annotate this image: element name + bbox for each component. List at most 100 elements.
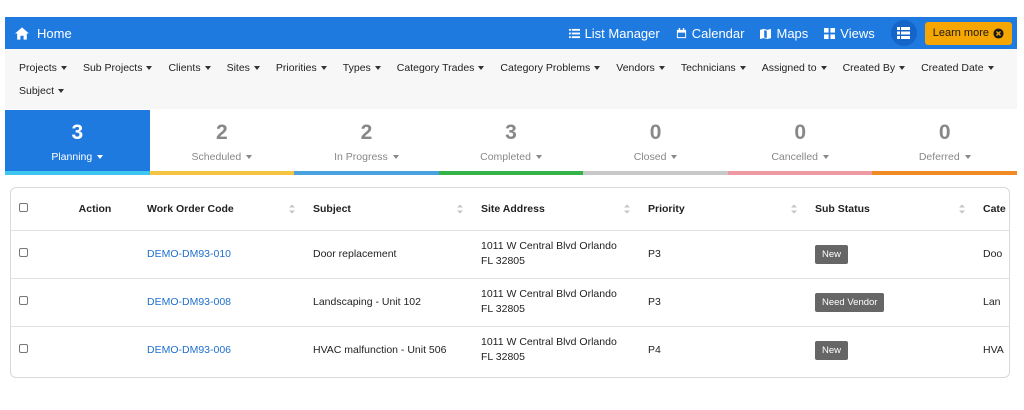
status-tab-in-progress[interactable]: 2 In Progress	[294, 110, 439, 175]
status-tab-cancelled[interactable]: 0 Cancelled	[727, 110, 873, 175]
work-order-code-link[interactable]: DEMO-DM93-006	[147, 344, 231, 356]
status-color-bar	[438, 171, 584, 175]
filter-dropdown[interactable]: Technicians	[681, 62, 746, 74]
filter-dropdown[interactable]: Category Trades	[397, 62, 485, 74]
table-row: DEMO-DM93-010 Door replacement 1011 W Cent…	[11, 230, 1009, 279]
sort-icon[interactable]	[624, 204, 630, 214]
status-tab-completed[interactable]: 3 Completed	[438, 110, 584, 175]
filter-bar: Projects Sub Projects Clients Sites Prioriti…	[5, 49, 1017, 109]
work-order-code-link[interactable]: DEMO-DM93-008	[147, 296, 231, 308]
header-sub-status[interactable]: Sub Status	[807, 188, 975, 231]
work-order-code-cell: DEMO-DM93-008	[139, 278, 305, 327]
priority-cell: P3	[640, 230, 807, 279]
views-icon	[824, 27, 836, 39]
filter-dropdown[interactable]: Created By	[843, 62, 906, 74]
filter-dropdown[interactable]: Sites	[227, 62, 260, 74]
address-line-2: FL 32805	[481, 255, 525, 267]
row-select-cell	[11, 326, 51, 374]
subject-cell: HVAC malfunction - Unit 506	[313, 344, 447, 357]
filter-dropdown[interactable]: Assigned to	[762, 62, 827, 74]
status-tab-planning[interactable]: 3 Planning	[5, 110, 150, 175]
status-tab-closed[interactable]: 0 Closed	[583, 110, 728, 175]
status-label: Deferred	[919, 151, 971, 163]
sub-status-cell: Need Vendor	[807, 278, 975, 327]
filter-dropdown[interactable]: Types	[343, 62, 381, 74]
status-tab-deferred[interactable]: 0 Deferred	[872, 110, 1018, 175]
filter-dropdown[interactable]: Clients	[168, 62, 210, 74]
work-order-table: Action Work Order Code Subject Site Addr…	[10, 187, 1010, 378]
header-work-order-code[interactable]: Work Order Code	[139, 188, 305, 231]
status-color-bar	[583, 171, 728, 175]
header-work-order-code-label: Work Order Code	[147, 202, 234, 215]
nav-views[interactable]: Views	[824, 26, 875, 41]
status-label: Cancelled	[771, 151, 829, 163]
status-count: 3	[71, 121, 84, 144]
subject-cell: Landscaping - Unit 102	[305, 278, 473, 327]
category-cell: Lan	[975, 278, 1009, 327]
home-link[interactable]: Home	[15, 26, 72, 41]
category-cell: Doo	[975, 230, 1009, 279]
learn-more-button[interactable]: Learn more	[924, 21, 1012, 45]
sort-icon[interactable]	[289, 204, 295, 214]
home-label: Home	[37, 25, 72, 41]
status-tab-scheduled[interactable]: 2 Scheduled	[149, 110, 295, 175]
nav-calendar[interactable]: Calendar	[676, 26, 744, 41]
filter-dropdown[interactable]: Category Problems	[500, 62, 600, 74]
row-checkbox[interactable]	[19, 248, 28, 257]
nav-maps-label: Maps	[776, 25, 809, 41]
header-site-address[interactable]: Site Address	[473, 188, 640, 231]
site-address-cell: 1011 W Central Blvd Orlando FL 32805	[473, 326, 640, 374]
status-count: 0	[938, 121, 951, 144]
nav-list-manager[interactable]: List Manager	[568, 25, 660, 41]
status-badge: New	[815, 244, 849, 264]
status-label: Planning	[51, 151, 103, 163]
close-circle-icon	[993, 27, 1004, 39]
header-priority-label: Priority	[648, 202, 685, 215]
select-all-checkbox[interactable]	[19, 202, 28, 212]
sort-icon[interactable]	[959, 204, 965, 214]
list-icon	[568, 28, 580, 38]
header-site-address-label: Site Address	[481, 202, 545, 215]
status-count: 0	[794, 121, 807, 144]
sort-icon[interactable]	[791, 204, 797, 214]
row-checkbox[interactable]	[19, 296, 28, 305]
work-order-code-link[interactable]: DEMO-DM93-010	[147, 248, 231, 260]
status-count: 2	[216, 121, 228, 144]
header-subject[interactable]: Subject	[305, 188, 473, 231]
status-tabs: 3 Planning 2 Scheduled 2 In Progress 3 Complete…	[5, 110, 1018, 175]
status-label: In Progress	[334, 151, 399, 163]
sort-icon[interactable]	[457, 204, 463, 214]
filter-dropdown[interactable]: Subject	[19, 85, 64, 97]
work-order-code-cell: DEMO-DM93-010	[139, 230, 305, 279]
header-category[interactable]: Cate	[975, 188, 1009, 231]
header-subject-label: Subject	[313, 202, 351, 215]
nav-list-manager-label: List Manager	[584, 25, 660, 41]
work-order-code-cell: DEMO-DM93-006	[139, 326, 305, 374]
status-color-bar	[727, 171, 873, 175]
address-line-2: FL 32805	[481, 303, 525, 315]
filter-dropdown[interactable]: Sub Projects	[83, 62, 153, 74]
status-count: 3	[505, 121, 517, 144]
status-label: Closed	[634, 151, 678, 163]
nav-maps[interactable]: Maps	[760, 26, 808, 41]
sub-status-cell: New	[807, 326, 975, 374]
list-view-button[interactable]	[890, 20, 917, 46]
status-count: 0	[649, 121, 662, 144]
calendar-icon	[676, 27, 686, 38]
status-badge: New	[815, 340, 849, 360]
header-priority[interactable]: Priority	[640, 188, 807, 231]
top-nav: Home List Manager Calendar Maps Views Le…	[5, 17, 1017, 49]
table-header-row: Action Work Order Code Subject Site Addr…	[11, 188, 1009, 231]
row-action-cell	[51, 326, 139, 374]
filter-dropdown[interactable]: Vendors	[616, 62, 665, 74]
learn-more-label: Learn more	[932, 27, 989, 39]
status-color-bar	[5, 171, 150, 175]
priority-cell: P4	[648, 344, 661, 357]
row-checkbox[interactable]	[19, 344, 28, 354]
status-color-bar	[872, 171, 1018, 175]
address-line-1: 1011 W Central Blvd Orlando	[481, 288, 617, 300]
list-view-icon	[897, 27, 911, 39]
filter-dropdown[interactable]: Created Date	[921, 62, 993, 74]
filter-dropdown[interactable]: Priorities	[276, 62, 327, 74]
filter-dropdown[interactable]: Projects	[19, 62, 67, 74]
